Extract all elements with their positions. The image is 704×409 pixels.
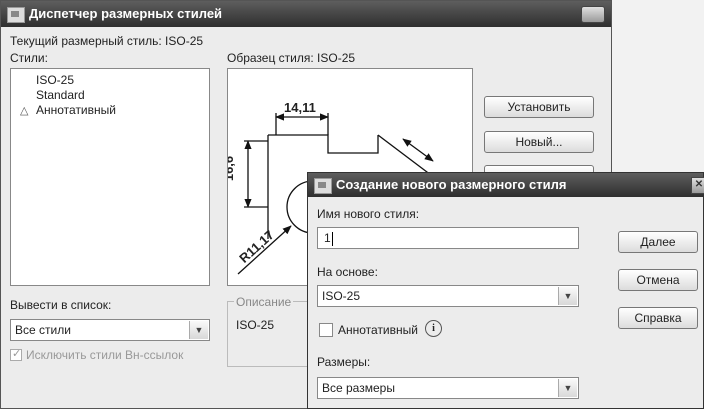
based-on-select[interactable]: ISO-25 ▼ (317, 285, 579, 307)
new-style-titlebar[interactable]: Создание нового размерного стиля ✕ (308, 173, 704, 197)
info-icon[interactable]: i (425, 320, 442, 337)
new-name-label-text: Имя нового стиля: (317, 207, 420, 221)
annotative-checkbox[interactable] (319, 323, 333, 337)
set-current-button[interactable]: Установить (484, 96, 594, 118)
description-value: ISO-25 (236, 318, 275, 332)
close-icon[interactable] (581, 6, 605, 23)
cancel-button[interactable]: Отмена (618, 269, 698, 291)
preview-dim-left: 16,6 (227, 155, 237, 182)
style-item-iso25[interactable]: ISO-25 (36, 73, 74, 87)
exclude-xrefs-checkbox[interactable]: ✓ (10, 348, 22, 361)
current-style-label: Текущий размерный стиль: ISO-25 (10, 34, 204, 48)
description-label: Описание (234, 295, 294, 309)
main-title: Диспетчер размерных стилей (29, 6, 223, 21)
dialog-close-icon[interactable]: ✕ (691, 177, 704, 194)
annotative-label: Аннотативный (338, 323, 418, 337)
list-filter-value: Все стили (15, 323, 71, 337)
new-style-button[interactable]: Новый... (484, 131, 594, 153)
annotative-icon: △ (20, 105, 29, 117)
use-for-label: Размеры: (317, 355, 371, 369)
help-button[interactable]: Справка (618, 307, 698, 329)
based-on-value: ISO-25 (322, 289, 361, 303)
list-filter-select[interactable]: Все стили ▼ (10, 319, 210, 341)
text-caret (331, 231, 333, 246)
continue-button[interactable]: Далее (618, 231, 698, 253)
use-for-value: Все размеры (322, 381, 395, 395)
new-name-value: 1 (324, 231, 331, 245)
style-item-annotative[interactable]: Аннотативный (36, 103, 116, 117)
new-style-title: Создание нового размерного стиля (336, 177, 567, 192)
create-new-dimension-style-dialog: Создание нового размерного стиля ✕ Имя н… (307, 172, 704, 409)
check-icon: ✓ (12, 348, 22, 360)
styles-label: Стили: (10, 51, 48, 65)
styles-list[interactable]: ISO-25 Standard △ Аннотативный (10, 68, 210, 286)
app-icon (7, 7, 25, 23)
based-on-chevron-down-icon[interactable]: ▼ (558, 287, 577, 305)
preview-label: Образец стиля: ISO-25 (227, 51, 356, 65)
main-titlebar[interactable]: Диспетчер размерных стилей (1, 1, 611, 27)
chevron-down-icon[interactable]: ▼ (189, 321, 208, 339)
exclude-xrefs-label: Исключить стили Вн-ссылок (26, 348, 184, 362)
based-on-label: На основе: (317, 265, 378, 279)
list-filter-label: Вывести в список: (10, 298, 112, 312)
preview-dim-top: 14,11 (284, 100, 316, 115)
use-for-chevron-down-icon[interactable]: ▼ (558, 379, 577, 397)
dialog-app-icon (314, 178, 332, 194)
new-name-input[interactable]: 1 (317, 227, 579, 249)
new-name-label: Имя нового стиля: (317, 207, 419, 221)
style-item-standard[interactable]: Standard (36, 88, 85, 102)
use-for-select[interactable]: Все размеры ▼ (317, 377, 579, 399)
